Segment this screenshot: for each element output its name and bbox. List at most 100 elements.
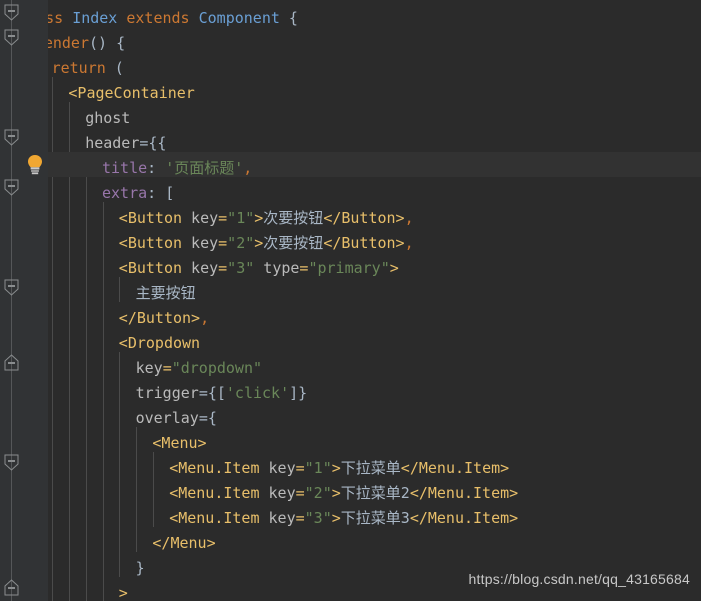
code-token: ,	[200, 309, 210, 327]
code-token: >	[331, 509, 341, 527]
code-token: ={[	[198, 384, 226, 402]
fold-minus-glyph	[8, 35, 15, 37]
lightbulb-icon[interactable]	[24, 152, 46, 177]
code-line[interactable]: trigger={['click']}	[0, 377, 701, 402]
code-token: () {	[88, 34, 126, 52]
code-line[interactable]: header={{	[0, 127, 701, 152]
code-line-text: >	[119, 581, 128, 601]
code-line[interactable]: <Menu.Item key="3">下拉菜单3</Menu.Item>	[0, 502, 701, 527]
code-line[interactable]: title: '页面标题',	[0, 152, 701, 177]
fold-minus-glyph	[8, 285, 15, 287]
code-token: "2"	[227, 234, 255, 252]
fold-minus-glyph	[8, 135, 15, 137]
code-token: key	[135, 359, 163, 377]
code-token: <Menu.Item	[169, 459, 260, 477]
code-token: <Menu.Item	[169, 484, 260, 502]
code-token: </Button>	[323, 209, 405, 227]
code-token: >	[118, 584, 128, 601]
code-token: '页面标题'	[165, 159, 244, 177]
code-token: >	[254, 209, 264, 227]
code-token: </Menu.Item>	[400, 459, 510, 477]
fold-expanded-icon[interactable]	[4, 29, 19, 46]
fold-expanded-icon[interactable]	[4, 279, 19, 296]
code-line[interactable]: return (	[0, 52, 701, 77]
fold-expanded-icon[interactable]	[4, 179, 19, 196]
code-line[interactable]: <Button key="1">次要按钮</Button>,	[0, 202, 701, 227]
code-line[interactable]: ghost	[0, 102, 701, 127]
code-token: header	[85, 134, 140, 152]
watermark-url: https://blog.csdn.net/qq_43165684	[465, 566, 693, 593]
code-token: Component	[198, 9, 280, 27]
code-token: >	[331, 459, 341, 477]
code-token: key	[191, 259, 219, 277]
code-token: =	[162, 359, 172, 377]
code-line[interactable]: </Button>,	[0, 302, 701, 327]
fold-expanded-icon[interactable]	[4, 129, 19, 146]
code-token: </Menu.Item>	[409, 484, 519, 502]
code-token: overlay	[135, 409, 199, 427]
code-token: <Button	[118, 209, 183, 227]
code-token: (	[105, 59, 124, 77]
code-token: ,	[404, 234, 414, 252]
code-token: >	[331, 484, 341, 502]
fold-expanded-icon[interactable]	[4, 4, 19, 21]
fold-collapsed-icon[interactable]	[4, 354, 19, 371]
code-editor[interactable]: class Index extends Component {render() …	[0, 0, 701, 601]
code-token: "primary"	[308, 259, 390, 277]
code-token: "dropdown"	[171, 359, 263, 377]
code-line[interactable]: <PageContainer	[0, 77, 701, 102]
fold-minus-glyph	[8, 185, 15, 187]
code-token: ={	[198, 409, 217, 427]
code-token: =	[295, 459, 305, 477]
code-token: "1"	[227, 209, 255, 227]
code-token: </Button>	[118, 309, 201, 327]
code-token: "3"	[227, 259, 255, 277]
code-token: </Menu.Item>	[409, 509, 519, 527]
code-token: 次要按钮	[263, 209, 324, 227]
editor-gutter[interactable]	[0, 0, 48, 601]
fold-minus-glyph	[8, 460, 15, 462]
code-token: ,	[404, 209, 414, 227]
code-line[interactable]: 主要按钮	[0, 277, 701, 302]
code-token: trigger	[135, 384, 199, 402]
code-line[interactable]: <Button key="2">次要按钮</Button>,	[0, 227, 701, 252]
fold-minus-glyph	[8, 362, 15, 364]
fold-collapsed-icon[interactable]	[4, 579, 19, 596]
code-line[interactable]: <Menu.Item key="1">下拉菜单</Menu.Item>	[0, 452, 701, 477]
code-token: <Menu>	[152, 434, 207, 452]
code-line[interactable]: class Index extends Component {	[0, 2, 701, 27]
code-token: title	[102, 159, 148, 177]
code-line[interactable]: key="dropdown"	[0, 352, 701, 377]
code-line[interactable]: <Dropdown	[0, 327, 701, 352]
code-line[interactable]: <Menu.Item key="2">下拉菜单2</Menu.Item>	[0, 477, 701, 502]
fold-expanded-icon[interactable]	[4, 454, 19, 471]
code-line[interactable]: overlay={	[0, 402, 701, 427]
code-line[interactable]: <Button key="3" type="primary">	[0, 252, 701, 277]
code-token: >	[254, 234, 264, 252]
code-token: key	[268, 459, 296, 477]
code-token: return	[51, 59, 106, 77]
code-token: type	[263, 259, 300, 277]
code-token: 下拉菜单3	[340, 509, 410, 527]
code-token: key	[268, 484, 296, 502]
code-token: <Button	[118, 259, 183, 277]
code-line[interactable]: </Menu>	[0, 527, 701, 552]
code-token: "3"	[304, 509, 332, 527]
code-token: extends	[126, 9, 190, 27]
code-token: =	[218, 234, 228, 252]
code-text-area[interactable]: class Index extends Component {render() …	[0, 0, 701, 601]
code-token: 'click'	[225, 384, 290, 402]
code-line[interactable]: <Menu>	[0, 427, 701, 452]
code-token: 次要按钮	[263, 234, 324, 252]
code-token: key	[191, 234, 219, 252]
fold-minus-glyph	[8, 10, 15, 12]
code-line[interactable]: extra: [	[0, 177, 701, 202]
code-token: "1"	[304, 459, 332, 477]
code-line[interactable]: render() {	[0, 27, 701, 52]
